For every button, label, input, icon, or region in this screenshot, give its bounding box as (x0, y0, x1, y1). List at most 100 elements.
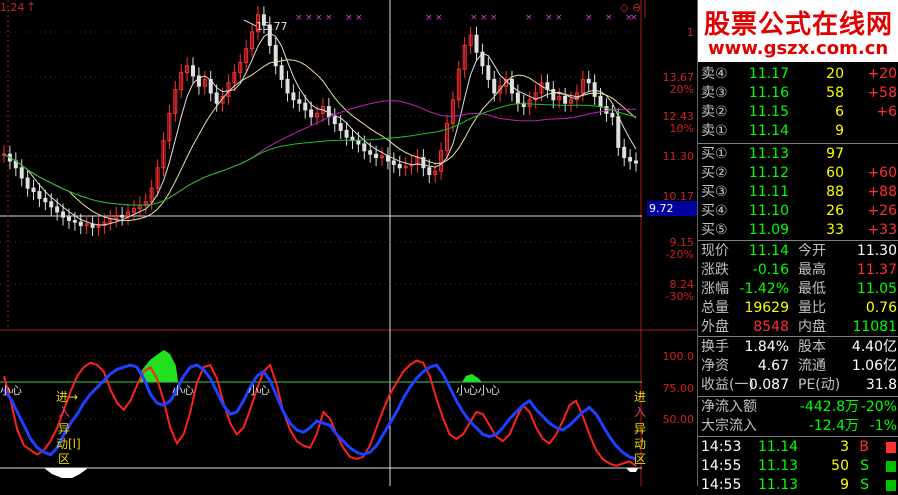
bid-row: 买③ 11.11 88 +88 (698, 183, 898, 202)
site-watermark: 股票公式在线网 www.gszx.com.cn (698, 0, 898, 62)
candle-body (598, 95, 603, 108)
watermark-title: 股票公式在线网 (704, 10, 894, 40)
fund-equity: 4.40亿 (851, 339, 897, 355)
candle-body (391, 160, 396, 165)
bid-volume: 26 (826, 203, 844, 219)
signal-star-icon: × (425, 13, 433, 23)
fund-turnover: 1.84% (744, 339, 789, 355)
divider (698, 336, 898, 337)
candle-body (515, 92, 520, 104)
quote-now-label: 现价 (701, 243, 729, 259)
indicator-tick-label: 50.00 (662, 413, 695, 426)
bid-level-label: 买④ (701, 203, 728, 219)
toolbar-icons[interactable]: ◇ ⊖ (620, 1, 641, 14)
block-inflow-value: -12.4万 (808, 418, 859, 434)
quote-pct-label: 涨幅 (701, 281, 729, 297)
signal-star-icon: × (585, 13, 593, 23)
candle-body (72, 219, 77, 223)
fund-turnover-label: 换手 (701, 339, 729, 355)
ask-price: 11.15 (748, 104, 789, 120)
candle-body (19, 167, 24, 179)
candle-body (622, 146, 627, 159)
candle-body (191, 65, 196, 77)
tick-time: 14:53 (701, 439, 742, 455)
ask-change: +20 (867, 66, 897, 82)
top-left-value: 1.24 (0, 1, 25, 14)
signal-star-icon: × (325, 13, 333, 23)
caution-label: 小心 (0, 384, 22, 397)
signal-star-icon: × (480, 13, 488, 23)
candle-body (291, 92, 296, 101)
peak-price-label: 15.77 (256, 20, 288, 33)
tick-volume: 3 (840, 439, 849, 455)
abnormal-zone-label: 区 (634, 452, 647, 466)
tick-price: 11.14 (758, 439, 799, 455)
bid-change: +88 (867, 184, 897, 200)
quote-pct: -1.42% (739, 281, 789, 297)
ask-row: 卖② 11.15 6 +6 (698, 103, 898, 122)
tick-side-bar (886, 442, 896, 453)
fund-eps: 0.087 (748, 377, 789, 393)
fund-equity-label: 股本 (798, 339, 826, 355)
kline-chart-area[interactable]: × × × × × × × × × × × × × × × × × × 1.24 ↑ ◇ ⊖ 15.77 1 13.… (0, 0, 697, 486)
candle-body (49, 201, 54, 208)
bid-price: 11.10 (748, 203, 789, 219)
tick-price: 11.13 (758, 458, 799, 474)
ask-change: +6 (876, 104, 897, 120)
candle-body (285, 78, 290, 94)
abnormal-zone-label: 区 (58, 452, 71, 466)
tick-row: 14:53 11.14 3 B (698, 438, 898, 457)
bid-row: 买⑤ 11.09 33 +33 (698, 221, 898, 240)
percent-tick-label: 20% (669, 83, 694, 96)
bid-change: +60 (867, 165, 897, 181)
candle-body (628, 157, 633, 162)
quote-row: 现价 11.14 今开 11.30 (698, 242, 898, 261)
candle-body (37, 191, 42, 199)
candle-body (374, 153, 379, 159)
ask-level-label: 卖① (701, 123, 728, 139)
indicator-blue-line (2, 363, 637, 461)
indicator-tick-label: 75.00 (662, 382, 695, 395)
tick-side: B (859, 439, 869, 455)
signal-star-icon: × (355, 13, 363, 23)
tick-side: S (860, 458, 869, 474)
fund-float: 1.06亿 (851, 358, 897, 374)
signal-star-icon: × (435, 13, 443, 23)
ask-price: 11.17 (748, 66, 789, 82)
signal-star-icon: × (490, 13, 498, 23)
divider (698, 436, 898, 437)
candle-body (563, 95, 568, 104)
bid-price: 11.11 (748, 184, 789, 200)
signal-star-icon: × (555, 13, 563, 23)
fundamentals-row: 换手 1.84% 股本 4.40亿 (698, 338, 898, 357)
bid-volume: 88 (826, 184, 844, 200)
quote-vol-label: 总量 (701, 300, 729, 316)
signal-star-icon: × (470, 13, 478, 23)
quote-low: 11.05 (856, 281, 897, 297)
fund-pe-label: PE(动) (798, 377, 841, 393)
current-price-marker: 9.72 (647, 201, 697, 216)
candle-body (427, 167, 432, 176)
candle-body (362, 143, 367, 152)
bid-row: 买① 11.13 97 (698, 145, 898, 164)
indicator-tick-label: 100.0 (662, 350, 695, 363)
candle-body (303, 102, 308, 111)
caution-label: 小心 (478, 384, 500, 397)
candle-body (492, 78, 497, 94)
quote-high: 11.37 (856, 262, 897, 278)
net-inflow-label: 净流入额 (701, 399, 757, 415)
caution-label: 小心 (456, 384, 478, 397)
price-tick-label: 11.30 (662, 150, 695, 163)
candle-body (586, 78, 591, 84)
oversold-fill (626, 468, 638, 472)
quote-now: 11.14 (748, 243, 789, 259)
quote-vr-label: 量比 (798, 300, 826, 316)
quote-row: 总量 19629 量比 0.76 (698, 299, 898, 318)
caution-label: 小心 (172, 384, 194, 397)
ask-volume: 20 (826, 66, 844, 82)
ask-level-label: 卖④ (701, 66, 728, 82)
ask-level-label: 卖③ (701, 85, 728, 101)
tick-side-bar (886, 461, 896, 472)
bid-row: 买② 11.12 60 +60 (698, 164, 898, 183)
chart-canvas[interactable]: × × × × × × × × × × × × × × × × ×× (0, 0, 697, 486)
